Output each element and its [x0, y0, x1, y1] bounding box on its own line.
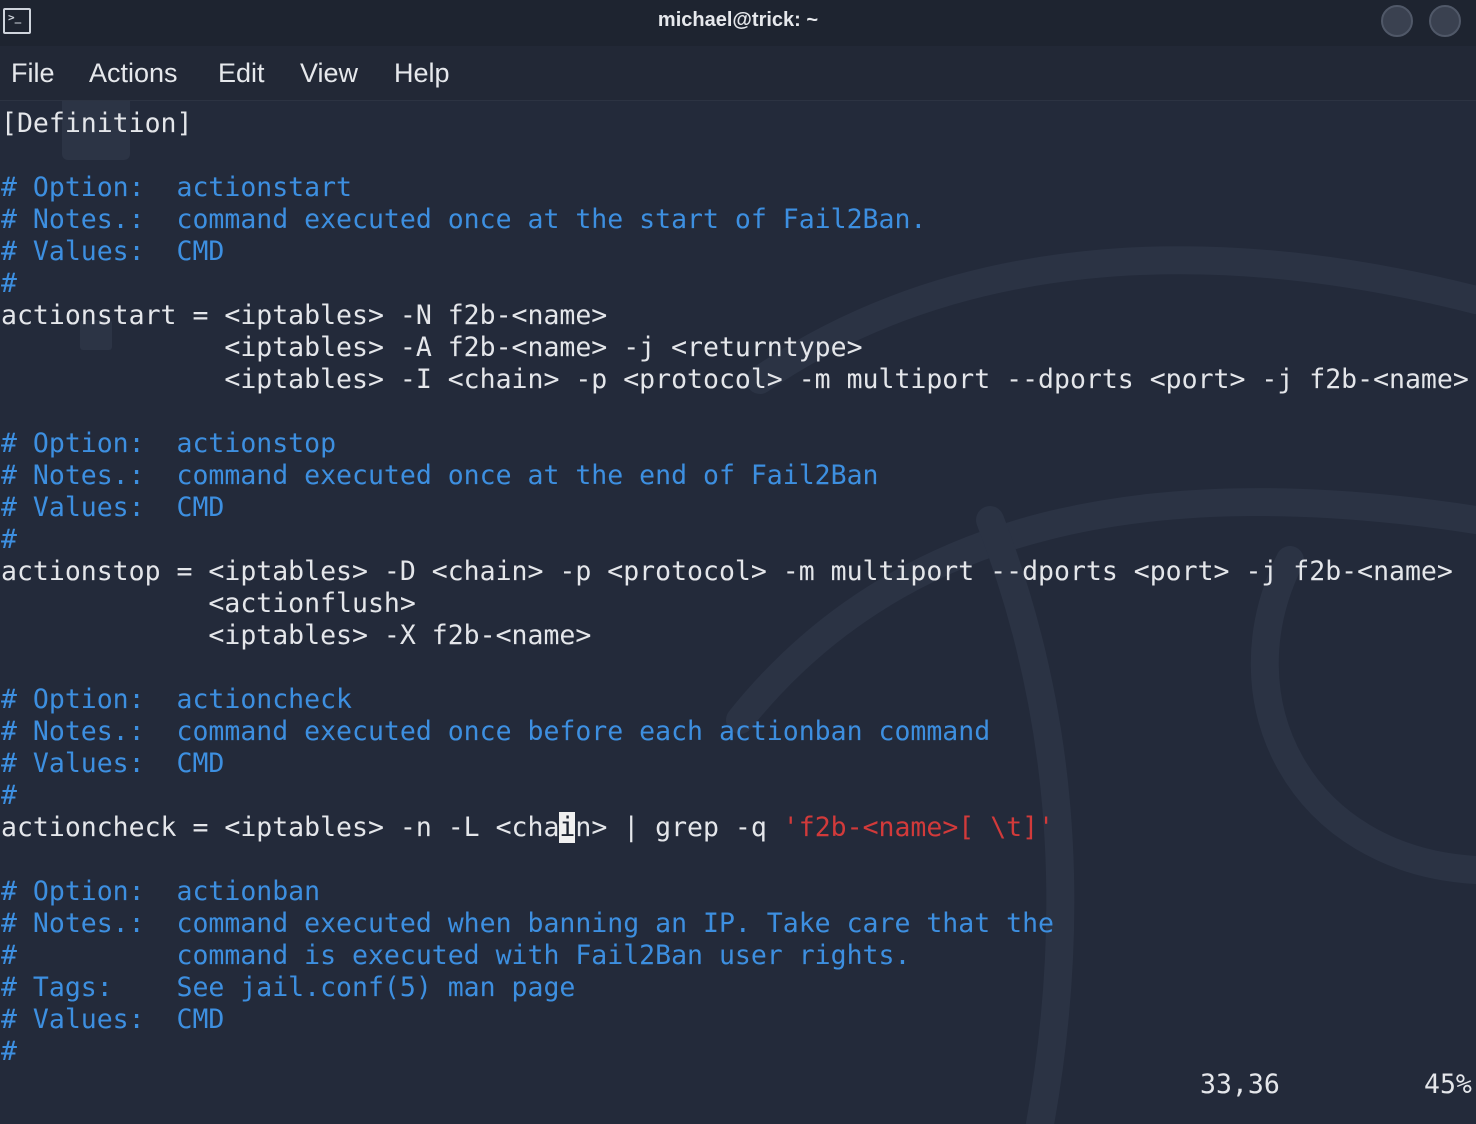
text-cursor: i [559, 812, 576, 843]
comment-line: # Notes.: command executed once at the s… [1, 204, 927, 235]
comment-line: # Values: CMD [1, 748, 225, 779]
comment-line: # Notes.: command executed once before e… [1, 716, 991, 747]
cursor-line-after: n> | grep -q [575, 812, 783, 843]
comment-line: # [1, 268, 17, 299]
window-title: michael@trick: ~ [657, 9, 819, 31]
editor-line: <iptables> -I <chain> -p <protocol> -m m… [1, 364, 1469, 395]
comment-line: # Tags: See jail.conf(5) man page [1, 972, 576, 1003]
menu-actions[interactable]: Actions [89, 58, 178, 89]
comment-line: # Option: actioncheck [1, 684, 352, 715]
editor-line: [Definition] [1, 108, 193, 139]
editor-line: <iptables> -X f2b-<name> [1, 620, 592, 651]
menu-bar: File Actions Edit View Help [0, 46, 1476, 101]
menu-view[interactable]: View [300, 58, 358, 89]
minimize-button[interactable] [1381, 5, 1413, 37]
cursor-line-before: actioncheck = <iptables> -n -L <cha [1, 812, 560, 843]
scroll-percent: 45% [1424, 1069, 1472, 1100]
string-literal: 'f2b-<name>[ \t]' [782, 812, 1055, 843]
comment-line: # Values: CMD [1, 236, 225, 267]
menu-file[interactable]: File [11, 58, 55, 89]
comment-line: # Values: CMD [1, 1004, 225, 1035]
comment-line: # [1, 524, 17, 555]
comment-line: # Option: actionban [1, 876, 321, 907]
editor-line: actionstart = <iptables> -N f2b-<name> [1, 300, 608, 331]
title-bar: >_ michael@trick: ~ [0, 0, 1476, 46]
editor-line: actionstop = <iptables> -D <chain> -p <p… [1, 556, 1453, 587]
close-button[interactable] [1429, 5, 1461, 37]
comment-line: # Option: actionstart [1, 172, 352, 203]
comment-line: # command is executed with Fail2Ban user… [1, 940, 911, 971]
menu-edit[interactable]: Edit [218, 58, 265, 89]
comment-line: # Option: actionstop [1, 428, 337, 459]
editor-line: <iptables> -A f2b-<name> -j <returntype> [1, 332, 863, 363]
comment-line: # [1, 1036, 17, 1067]
comment-line: # Notes.: command executed when banning … [1, 908, 1054, 939]
cursor-line: actioncheck = <iptables> -n -L <chain> |… [1, 812, 1054, 844]
comment-line: # Values: CMD [1, 492, 225, 523]
menu-help[interactable]: Help [394, 58, 450, 89]
editor-line: <actionflush> [1, 588, 416, 619]
comment-line: # [1, 780, 17, 811]
cursor-position: 33,36 [1200, 1069, 1280, 1100]
comment-line: # Notes.: command executed once at the e… [1, 460, 879, 491]
